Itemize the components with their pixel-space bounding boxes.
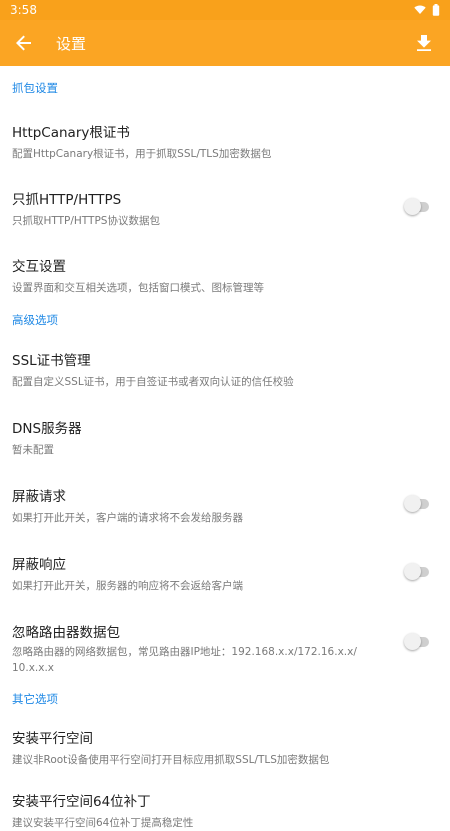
switch-thumb bbox=[404, 198, 421, 215]
setting-item-dns[interactable]: DNS服务器 暂未配置 bbox=[0, 417, 450, 458]
setting-title: 安装平行空间64位补丁 bbox=[12, 794, 151, 810]
setting-item-parallel-space[interactable]: 安装平行空间 建议非Root设备使用平行空间打开目标应用抓取SSL/TLS加密数… bbox=[0, 727, 450, 768]
section-header-other: 其它选项 bbox=[12, 692, 58, 706]
setting-item-ssl-cert[interactable]: SSL证书管理 配置自定义SSL证书，用于自签证书或者双向认证的信任校验 bbox=[0, 349, 450, 390]
ignore-router-switch[interactable] bbox=[404, 633, 430, 650]
setting-title: 安装平行空间 bbox=[12, 731, 93, 747]
app-bar: 设置 bbox=[0, 20, 450, 66]
section-header-advanced: 高级选项 bbox=[12, 313, 58, 327]
section-header-capture: 抓包设置 bbox=[12, 81, 58, 95]
setting-title: 交互设置 bbox=[12, 259, 66, 275]
switch-thumb bbox=[404, 633, 421, 650]
setting-item-ignore-router[interactable]: 忽略路由器数据包 忽略路由器的网络数据包，常见路由器IP地址：192.168.x… bbox=[0, 621, 450, 676]
subtitle-line-1: 忽略路由器的网络数据包，常见路由器IP地址：192.168.x.x/172.16… bbox=[12, 646, 357, 658]
setting-item-block-response[interactable]: 屏蔽响应 如果打开此开关，服务器的响应将不会返给客户端 bbox=[0, 553, 450, 594]
setting-subtitle: 如果打开此开关，客户端的请求将不会发给服务器 bbox=[12, 512, 243, 524]
status-bar: 3:58 bbox=[0, 0, 450, 20]
http-only-switch[interactable] bbox=[404, 198, 430, 215]
setting-item-root-cert[interactable]: HttpCanary根证书 配置HttpCanary根证书，用于抓取SSL/TL… bbox=[0, 121, 450, 162]
setting-title: 忽略路由器数据包 bbox=[12, 625, 120, 641]
setting-item-parallel-space-64[interactable]: 安装平行空间64位补丁 建议安装平行空间64位补丁提高稳定性 bbox=[0, 790, 450, 831]
subtitle-line-2: 10.x.x.x bbox=[12, 662, 55, 674]
download-icon bbox=[417, 35, 431, 51]
setting-subtitle: 配置HttpCanary根证书，用于抓取SSL/TLS加密数据包 bbox=[12, 148, 272, 160]
setting-subtitle: 如果打开此开关，服务器的响应将不会返给客户端 bbox=[12, 580, 243, 592]
block-request-switch[interactable] bbox=[404, 495, 430, 512]
setting-title: 屏蔽响应 bbox=[12, 557, 66, 573]
page-title: 设置 bbox=[56, 34, 87, 53]
setting-subtitle: 设置界面和交互相关选项，包括窗口模式、图标管理等 bbox=[12, 282, 264, 294]
setting-item-http-only[interactable]: 只抓HTTP/HTTPS 只抓取HTTP/HTTPS协议数据包 bbox=[0, 188, 450, 229]
setting-subtitle: 配置自定义SSL证书，用于自签证书或者双向认证的信任校验 bbox=[12, 376, 294, 388]
arrow-back-icon bbox=[16, 35, 31, 51]
switch-thumb bbox=[404, 495, 421, 512]
setting-item-block-request[interactable]: 屏蔽请求 如果打开此开关，客户端的请求将不会发给服务器 bbox=[0, 485, 450, 526]
download-button[interactable] bbox=[410, 29, 438, 57]
back-button[interactable] bbox=[10, 29, 38, 57]
setting-title: DNS服务器 bbox=[12, 421, 82, 437]
switch-thumb bbox=[404, 563, 421, 580]
setting-item-interaction[interactable]: 交互设置 设置界面和交互相关选项，包括窗口模式、图标管理等 bbox=[0, 255, 450, 296]
setting-title: HttpCanary根证书 bbox=[12, 125, 130, 141]
status-time: 3:58 bbox=[10, 3, 37, 17]
status-icons bbox=[414, 4, 440, 16]
setting-subtitle: 建议非Root设备使用平行空间打开目标应用抓取SSL/TLS加密数据包 bbox=[12, 754, 330, 766]
battery-icon bbox=[432, 4, 440, 16]
setting-subtitle: 忽略路由器的网络数据包，常见路由器IP地址：192.168.x.x/172.16… bbox=[12, 644, 390, 676]
block-response-switch[interactable] bbox=[404, 563, 430, 580]
setting-title: SSL证书管理 bbox=[12, 353, 91, 369]
settings-list: 抓包设置 HttpCanary根证书 配置HttpCanary根证书，用于抓取S… bbox=[0, 66, 450, 829]
setting-subtitle: 建议安装平行空间64位补丁提高稳定性 bbox=[12, 817, 194, 829]
wifi-icon bbox=[414, 5, 426, 14]
setting-title: 屏蔽请求 bbox=[12, 489, 66, 505]
setting-title: 只抓HTTP/HTTPS bbox=[12, 192, 122, 208]
setting-subtitle: 暂未配置 bbox=[12, 444, 54, 456]
setting-subtitle: 只抓取HTTP/HTTPS协议数据包 bbox=[12, 215, 160, 227]
